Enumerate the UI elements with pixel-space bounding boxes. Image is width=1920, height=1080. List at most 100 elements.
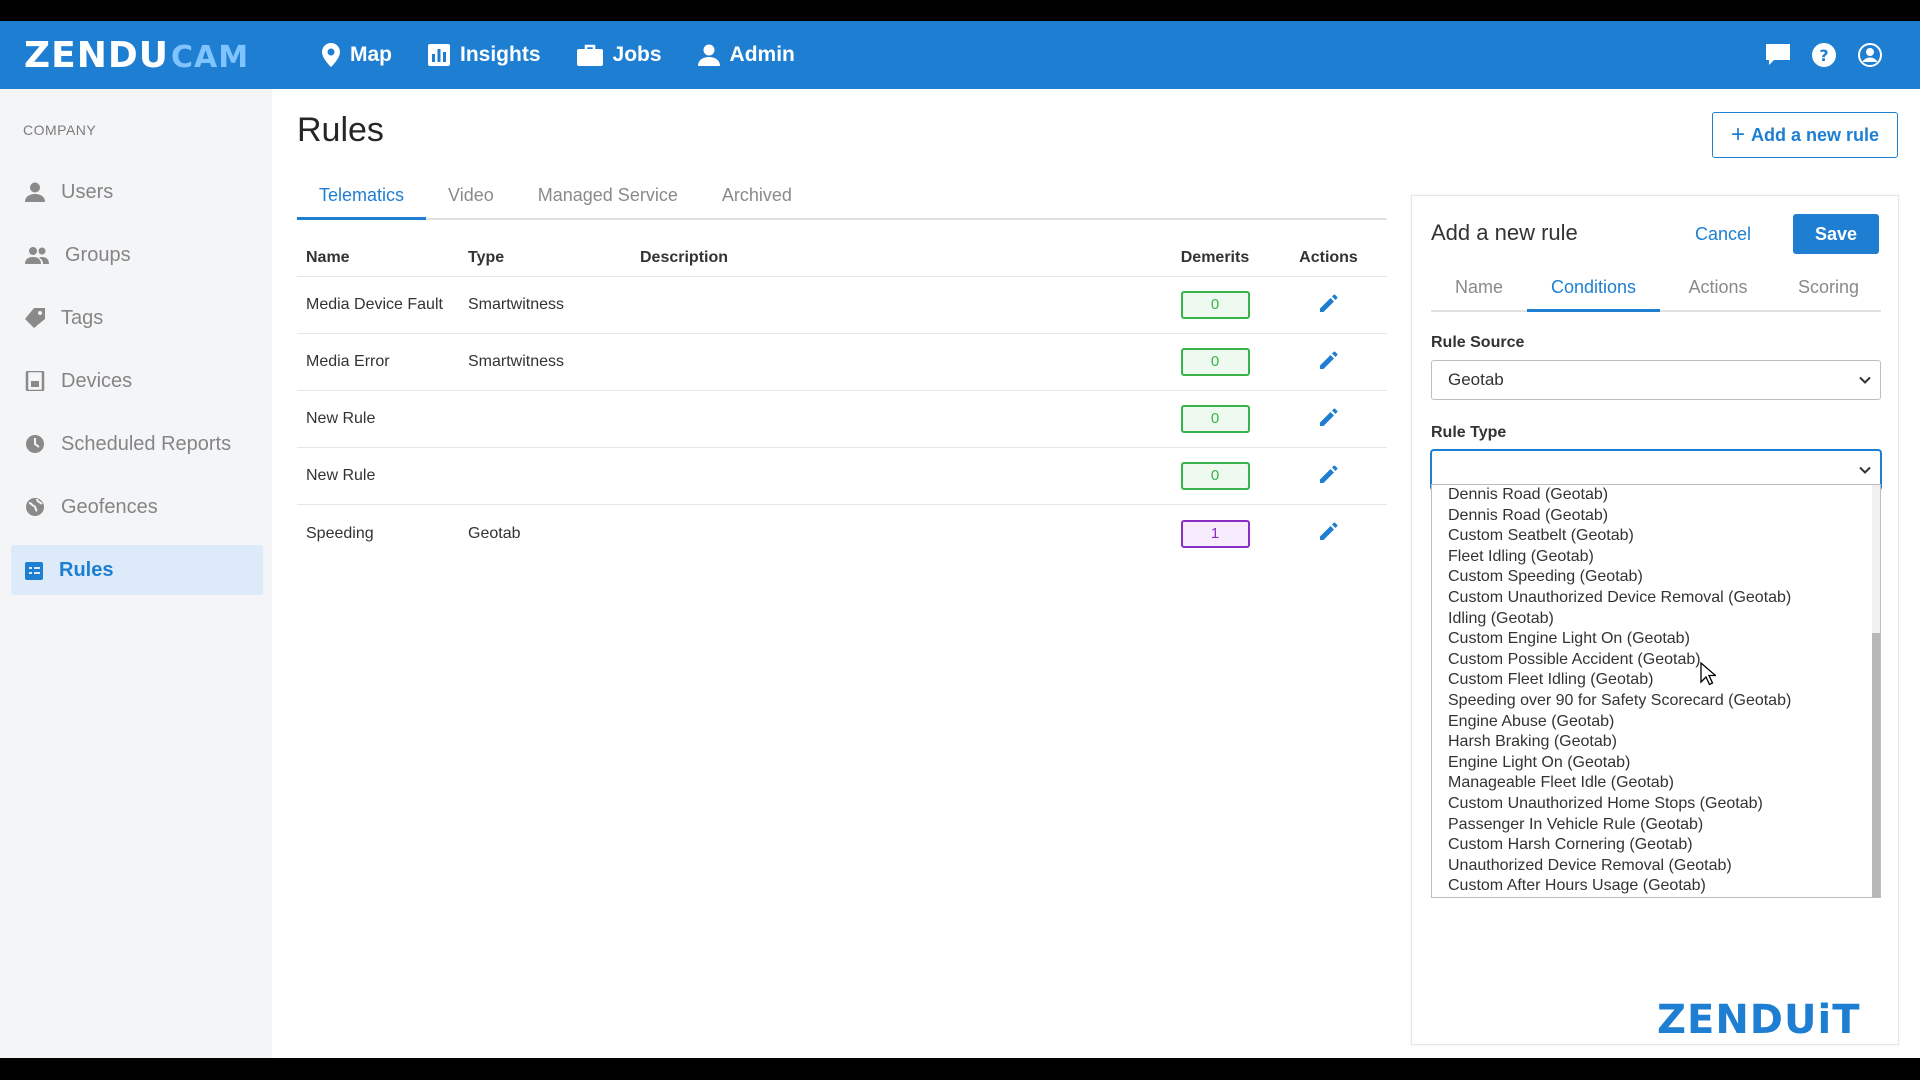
dropdown-option[interactable]: Engine Light On (Geotab)	[1448, 753, 1791, 774]
dropdown-option[interactable]: Harsh Braking (Geotab)	[1448, 732, 1791, 753]
rule-name: Media Device Fault	[306, 296, 443, 313]
column-header-type[interactable]: Type	[468, 249, 640, 267]
chevron-down-icon	[1859, 466, 1871, 474]
edit-icon[interactable]	[1319, 408, 1338, 426]
tab-scoring[interactable]: Scoring	[1776, 272, 1881, 312]
rule-name: New Rule	[306, 410, 376, 427]
nav-jobs[interactable]: Jobs	[576, 43, 662, 67]
dropdown-option[interactable]: Custom Speeding (Geotab)	[1448, 567, 1791, 588]
edit-icon[interactable]	[1319, 522, 1338, 540]
rule-source-select[interactable]: Geotab	[1431, 360, 1881, 400]
dropdown-option[interactable]: Fleet Idling (Geotab)	[1448, 547, 1791, 568]
tab-actions[interactable]: Actions	[1660, 272, 1776, 312]
column-header-description[interactable]: Description	[640, 249, 1160, 267]
column-header-name[interactable]: Name	[297, 249, 468, 267]
demerits-badge: 0	[1180, 462, 1250, 490]
dropdown-option[interactable]: Custom Unauthorized Device Removal (Geot…	[1448, 588, 1791, 609]
sidebar-item-devices[interactable]: Devices	[11, 356, 263, 406]
sidebar-item-label: Users	[61, 180, 114, 203]
dropdown-option[interactable]: Custom Engine Light On (Geotab)	[1448, 629, 1791, 650]
nav-admin[interactable]: Admin	[697, 43, 795, 67]
dropdown-option[interactable]: Speeding over 90 for Safety Scorecard (G…	[1448, 691, 1791, 712]
sidebar-item-label: Tags	[61, 306, 104, 329]
nav-admin-label: Admin	[729, 43, 795, 66]
user-icon	[697, 44, 720, 66]
edit-icon[interactable]	[1319, 351, 1338, 369]
account-icon[interactable]	[1858, 43, 1882, 67]
sidebar: COMPANY Users Groups Tags Devices Schedu…	[0, 89, 272, 1058]
tab-name[interactable]: Name	[1431, 272, 1527, 312]
dropdown-option[interactable]: Dennis Road (Geotab)	[1448, 506, 1791, 527]
column-header-demerits[interactable]: Demerits	[1160, 249, 1270, 267]
sidebar-item-groups[interactable]: Groups	[11, 230, 263, 280]
table-row[interactable]: Media Device Fault Smartwitness 0	[297, 277, 1387, 334]
table-row[interactable]: Media Error Smartwitness 0	[297, 334, 1387, 391]
rule-type-label: Rule Type	[1431, 424, 1507, 441]
add-new-rule-button[interactable]: + Add a new rule	[1712, 112, 1898, 158]
dropdown-scrollbar[interactable]	[1872, 485, 1880, 897]
dropdown-option[interactable]: Custom After Hours Usage (Geotab)	[1448, 876, 1791, 897]
tab-archived[interactable]: Archived	[700, 179, 814, 220]
nav-insights[interactable]: Insights	[428, 43, 541, 67]
dropdown-option[interactable]: Passenger In Vehicle Rule (Geotab)	[1448, 815, 1791, 836]
zenduit-logo: ZENDUiT	[1657, 997, 1861, 1043]
dropdown-option[interactable]: Engine Abuse (Geotab)	[1448, 712, 1791, 733]
sidebar-item-rules[interactable]: Rules	[11, 545, 263, 595]
dropdown-option[interactable]: Custom Fleet Idling (Geotab)	[1448, 670, 1791, 691]
tab-managed-service[interactable]: Managed Service	[516, 179, 700, 220]
dropdown-option[interactable]: Custom Unauthorized Home Stops (Geotab)	[1448, 794, 1791, 815]
scrollbar-thumb[interactable]	[1872, 633, 1880, 897]
rule-type-options: Dennis Road (Geotab) Dennis Road (Geotab…	[1448, 485, 1791, 897]
table-row[interactable]: New Rule 0	[297, 391, 1387, 448]
tab-video[interactable]: Video	[426, 179, 516, 220]
rule-name: Speeding	[306, 524, 374, 542]
top-navbar: ZENDU CAM Map Insights Jobs Admin ?	[0, 21, 1920, 89]
svg-text:?: ?	[1819, 46, 1828, 65]
dropdown-option[interactable]: Unauthorized Device Removal (Geotab)	[1448, 856, 1791, 877]
dropdown-option[interactable]: Dennis Road (Geotab)	[1448, 485, 1791, 506]
tab-conditions[interactable]: Conditions	[1527, 272, 1660, 312]
edit-icon[interactable]	[1319, 465, 1338, 483]
add-rule-panel: Add a new rule Cancel Save Name Conditio…	[1411, 195, 1899, 1045]
sidebar-item-geofences[interactable]: Geofences	[11, 482, 263, 532]
zenducam-logo[interactable]: ZENDU CAM	[24, 35, 249, 76]
table-row[interactable]: Speeding Geotab 1	[297, 505, 1387, 562]
rule-source-label: Rule Source	[1431, 334, 1525, 351]
dropdown-option[interactable]: Idling (Geotab)	[1448, 609, 1791, 630]
nav-insights-label: Insights	[460, 43, 541, 66]
tab-telematics[interactable]: Telematics	[297, 179, 427, 220]
nav-map-label: Map	[350, 43, 392, 66]
sidebar-section-label: COMPANY	[23, 122, 97, 138]
help-icon[interactable]: ?	[1812, 43, 1836, 67]
dropdown-option[interactable]: Manageable Fleet Idle (Geotab)	[1448, 773, 1791, 794]
mouse-cursor-icon	[1700, 662, 1716, 686]
main-nav: Map Insights Jobs Admin	[322, 21, 831, 89]
rule-source-value: Geotab	[1448, 370, 1504, 389]
sidebar-item-scheduled-reports[interactable]: Scheduled Reports	[11, 419, 263, 469]
dropdown-option[interactable]: Custom Harsh Cornering (Geotab)	[1448, 835, 1791, 856]
column-header-actions: Actions	[1299, 248, 1358, 266]
sidebar-item-tags[interactable]: Tags	[11, 293, 263, 343]
table-row[interactable]: New Rule 0	[297, 448, 1387, 505]
demerits-badge: 0	[1180, 405, 1250, 433]
rule-type: Geotab	[468, 524, 521, 542]
cancel-button[interactable]: Cancel	[1695, 214, 1751, 254]
rule-type: Smartwitness	[468, 353, 565, 370]
briefcase-icon	[576, 44, 603, 66]
demerits-badge: 0	[1180, 291, 1250, 319]
bar-chart-icon	[428, 44, 450, 66]
edit-icon[interactable]	[1319, 294, 1338, 312]
map-pin-icon	[322, 43, 340, 67]
chat-icon[interactable]	[1766, 44, 1790, 66]
plus-icon: +	[1730, 121, 1745, 148]
dropdown-option[interactable]: Custom Seatbelt (Geotab)	[1448, 526, 1791, 547]
group-icon	[25, 247, 49, 264]
save-button[interactable]: Save	[1793, 214, 1879, 254]
sidebar-item-users[interactable]: Users	[11, 167, 263, 217]
main-content: Rules + Add a new rule Telematics Video …	[272, 89, 1920, 1058]
page-title: Rules	[297, 111, 384, 149]
sidebar-item-label: Devices	[61, 369, 133, 392]
nav-map[interactable]: Map	[322, 43, 392, 67]
dropdown-option[interactable]: Custom Possible Accident (Geotab)	[1448, 650, 1791, 671]
rule-name: New Rule	[306, 467, 376, 484]
